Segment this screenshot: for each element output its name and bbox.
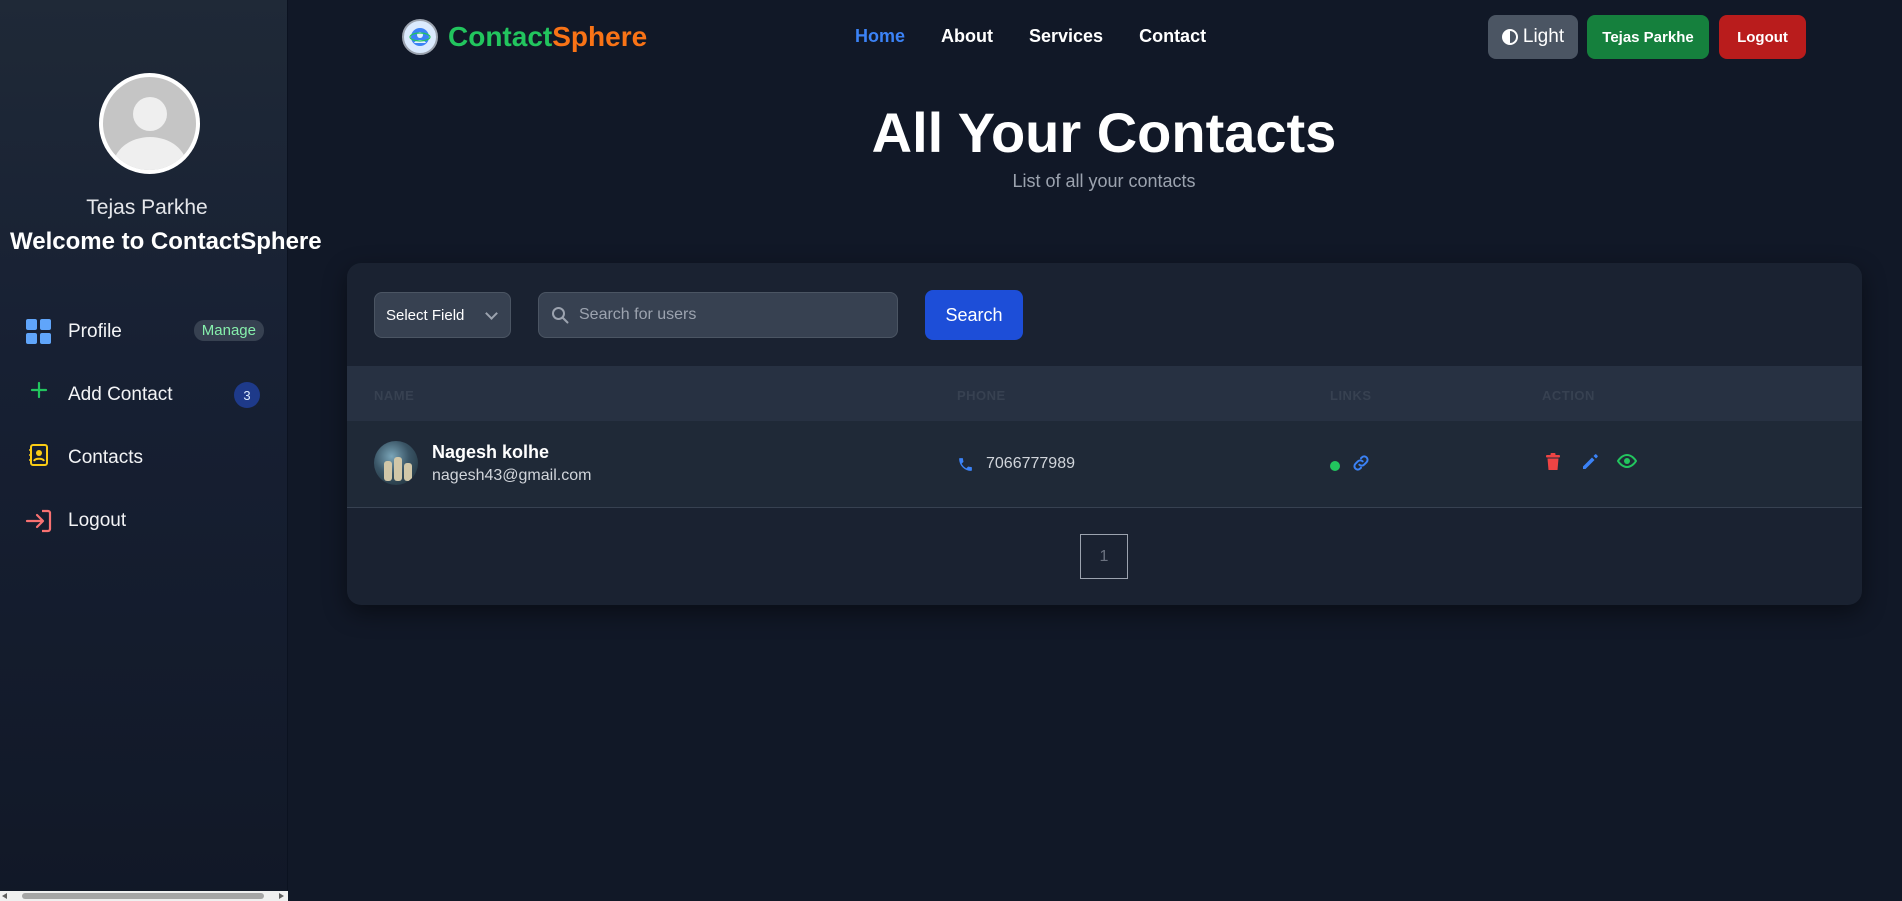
plus-icon bbox=[24, 380, 54, 410]
brand[interactable]: ContactSphere bbox=[402, 19, 647, 55]
search-icon bbox=[551, 306, 569, 324]
sidebar-item-label: Add Contact bbox=[68, 383, 173, 405]
sidebar-user-name: Tejas Parkhe bbox=[86, 196, 208, 219]
sidebar-item-add-contact[interactable]: Add Contact 3 bbox=[24, 363, 264, 426]
nav-services[interactable]: Services bbox=[1029, 26, 1103, 47]
sidebar-item-contacts[interactable]: Contacts bbox=[24, 426, 264, 489]
horizontal-scrollbar[interactable] bbox=[0, 891, 288, 901]
page-title: All Your Contacts bbox=[871, 101, 1337, 164]
brand-name: ContactSphere bbox=[448, 21, 648, 52]
contact-count-badge: 3 bbox=[234, 382, 260, 408]
column-header-phone: PHONE bbox=[957, 388, 1006, 403]
edit-icon[interactable] bbox=[1581, 453, 1599, 476]
search-button[interactable]: Search bbox=[925, 290, 1023, 340]
sidebar-item-label: Profile bbox=[68, 320, 122, 342]
select-field-label: Select Field bbox=[386, 306, 465, 324]
favorite-status-dot bbox=[1330, 461, 1340, 471]
theme-toggle-label: Light bbox=[1522, 26, 1565, 47]
sidebar-item-profile[interactable]: Profile Manage bbox=[24, 300, 264, 363]
table-header: NAME PHONE LINKS ACTION bbox=[347, 366, 1862, 421]
contact-email: nagesh43@gmail.com bbox=[432, 467, 592, 484]
nav-about[interactable]: About bbox=[941, 26, 993, 47]
chevron-down-icon bbox=[485, 307, 498, 320]
manage-badge: Manage bbox=[193, 320, 264, 341]
logout-button[interactable]: Logout bbox=[1719, 15, 1806, 59]
contact-avatar bbox=[374, 441, 418, 485]
scroll-left-icon[interactable] bbox=[2, 893, 7, 899]
contact-name: Nagesh kolhe bbox=[432, 442, 550, 462]
view-icon[interactable] bbox=[1616, 453, 1638, 474]
search-box[interactable] bbox=[538, 292, 898, 338]
scrollbar-thumb[interactable] bbox=[22, 893, 264, 899]
theme-toggle-button[interactable]: Light bbox=[1488, 15, 1578, 59]
sidebar-item-logout[interactable]: Logout bbox=[24, 489, 264, 552]
contacts-card: Select Field Search NAME PHONE LINKS ACT… bbox=[347, 263, 1862, 605]
pagination-page-1[interactable]: 1 bbox=[1080, 534, 1128, 579]
column-header-links: LINKS bbox=[1330, 388, 1372, 403]
contact-phone: 7066777989 bbox=[957, 455, 1075, 473]
sidebar-welcome-text: Welcome to ContactSphere bbox=[10, 228, 322, 255]
nav-home[interactable]: Home bbox=[855, 26, 905, 47]
link-icon[interactable] bbox=[1350, 453, 1372, 478]
scroll-right-icon[interactable] bbox=[279, 893, 284, 899]
main-nav: Home About Services Contact bbox=[855, 26, 1242, 47]
phone-number: 7066777989 bbox=[986, 455, 1075, 472]
sidebar-menu: Profile Manage Add Contact 3 Contacts Lo… bbox=[24, 300, 264, 552]
contact-book-icon bbox=[24, 443, 54, 473]
sidebar-item-label: Logout bbox=[68, 509, 127, 531]
nav-contact[interactable]: Contact bbox=[1139, 26, 1206, 47]
user-profile-button[interactable]: Tejas Parkhe bbox=[1587, 15, 1709, 59]
column-header-action: ACTION bbox=[1542, 388, 1595, 403]
search-input[interactable] bbox=[579, 306, 859, 324]
column-header-name: NAME bbox=[374, 388, 415, 403]
phone-icon bbox=[957, 456, 974, 473]
contrast-icon bbox=[1501, 29, 1518, 45]
search-field-select[interactable]: Select Field bbox=[374, 292, 511, 338]
delete-icon[interactable] bbox=[1545, 453, 1561, 476]
page-subtitle: List of all your contacts bbox=[1012, 171, 1196, 191]
sidebar-item-label: Contacts bbox=[68, 446, 143, 468]
logout-icon bbox=[24, 506, 54, 536]
table-row[interactable]: Nagesh kolhe nagesh43@gmail.com 70667779… bbox=[347, 421, 1862, 508]
grid-icon bbox=[24, 317, 54, 347]
brand-logo-icon bbox=[402, 19, 438, 55]
